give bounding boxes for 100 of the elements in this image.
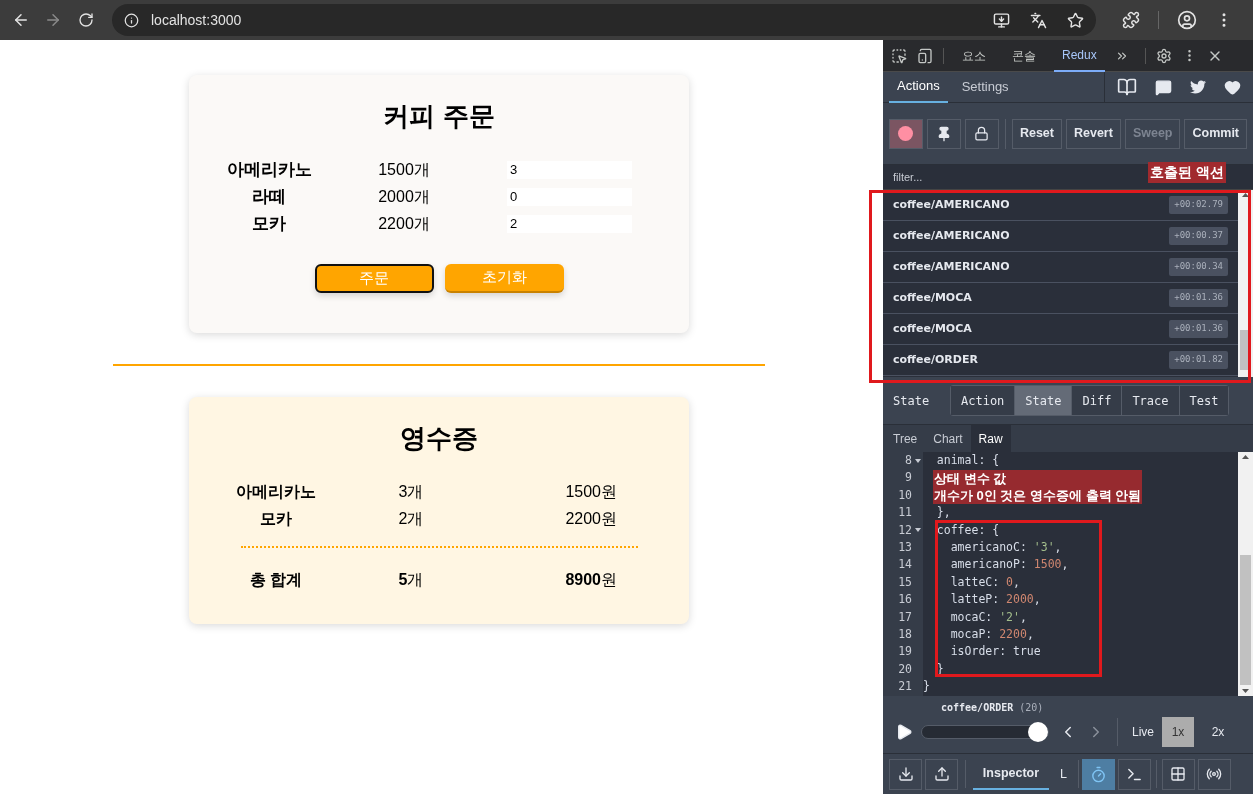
code-line: animal: {: [935, 452, 1000, 470]
translate-icon[interactable]: [1030, 11, 1047, 29]
chat-icon[interactable]: [1155, 78, 1172, 96]
panel-tab[interactable]: 요소: [954, 39, 994, 72]
quantity-input[interactable]: 0: [507, 187, 632, 206]
receipt-item-price: 2200원: [564, 508, 617, 529]
monitor-tab[interactable]: Diff: [1071, 386, 1122, 415]
annotation-label: 호출된 액션: [1148, 162, 1226, 183]
quantity-input[interactable]: 3: [507, 160, 632, 179]
monitor-tab[interactable]: Test: [1178, 386, 1229, 415]
action-count: (20): [1019, 701, 1044, 715]
subpanel-tab[interactable]: Settings: [953, 71, 1017, 103]
panel-tab[interactable]: 콘솔: [1004, 39, 1044, 72]
scroll-up-icon[interactable]: [1242, 193, 1249, 197]
action-row[interactable]: coffee/AMERICANO +00:02.79: [883, 190, 1238, 221]
grid-button[interactable]: [1161, 758, 1195, 790]
bird-icon[interactable]: [1190, 79, 1206, 95]
terminal-button[interactable]: [1117, 758, 1151, 790]
receipt-item-name: 아메리카노: [235, 481, 317, 502]
pin-button[interactable]: [926, 118, 961, 149]
coffee-price: 2000개: [377, 186, 431, 207]
action-time: +00:01.82: [1169, 351, 1228, 369]
lock-icon: [974, 126, 990, 141]
action-time: +00:01.36: [1169, 289, 1228, 307]
speed-button[interactable]: 1x: [1162, 717, 1194, 747]
action-type: coffee/ORDER: [893, 351, 978, 368]
receipt-item-price: 1500원: [564, 481, 617, 502]
scrollbar-thumb[interactable]: [1240, 555, 1251, 685]
action-row[interactable]: coffee/AMERICANO +00:00.34: [883, 252, 1238, 283]
line-number: 20: [898, 660, 912, 678]
code-line: },: [935, 504, 951, 522]
action-row[interactable]: coffee/MOCA +00:01.36: [883, 283, 1238, 314]
line-number: 12: [898, 521, 912, 539]
import-button[interactable]: [889, 758, 922, 790]
export-button[interactable]: [925, 758, 958, 790]
reload-icon[interactable]: [78, 12, 94, 28]
view-tab[interactable]: Tree: [885, 425, 926, 452]
settings-icon[interactable]: [1155, 47, 1172, 64]
monitor-tab[interactable]: State: [1014, 386, 1072, 415]
toolbar-button[interactable]: Commit: [1184, 118, 1247, 149]
scroll-up-icon[interactable]: [1242, 455, 1249, 459]
download-icon: [897, 766, 914, 782]
speed-button[interactable]: 2x: [1202, 717, 1234, 747]
profile-icon[interactable]: [1177, 10, 1197, 30]
book-icon[interactable]: [1117, 77, 1137, 97]
view-tab[interactable]: Raw: [970, 425, 1011, 452]
forward-icon[interactable]: [44, 11, 62, 29]
action-row[interactable]: coffee/AMERICANO +00:00.37: [883, 221, 1238, 252]
current-action-label: coffee/ORDER: [941, 701, 1014, 715]
filter-field[interactable]: filter...: [883, 165, 1133, 189]
line-number: 9: [905, 469, 912, 487]
action-time: +00:01.36: [1169, 320, 1228, 338]
monitor-select-tab[interactable]: L: [1052, 758, 1075, 790]
view-tab[interactable]: Chart: [925, 425, 971, 452]
heart-icon[interactable]: [1224, 78, 1241, 96]
action-row[interactable]: coffee/MOCA +00:01.36: [883, 314, 1238, 345]
monitor-label: State: [893, 392, 931, 410]
monitor-select-tab[interactable]: Inspector: [973, 758, 1049, 790]
remote-button[interactable]: [1197, 758, 1231, 790]
fold-arrow-icon[interactable]: [915, 528, 921, 533]
device-icon[interactable]: [917, 47, 933, 64]
live-button[interactable]: Live: [1132, 723, 1154, 741]
address-bar[interactable]: localhost:3000: [112, 4, 1096, 36]
code-line: latteC: 0,: [949, 573, 1020, 591]
action-type: coffee/AMERICANO: [893, 227, 1010, 244]
action-time: +00:00.37: [1169, 227, 1228, 245]
line-number: 17: [898, 608, 912, 626]
line-number: 11: [898, 504, 912, 522]
quantity-input[interactable]: 2: [507, 214, 632, 233]
timeline-slider[interactable]: [921, 725, 1049, 739]
play-icon[interactable]: [895, 723, 913, 741]
coffee-name: 라떼: [251, 185, 287, 208]
line-number: 8: [905, 452, 912, 470]
coffee-price: 1500개: [377, 159, 431, 180]
monitor-tab[interactable]: Trace: [1121, 386, 1179, 415]
broadcast-icon: [1206, 766, 1223, 782]
record-button[interactable]: [889, 118, 923, 149]
code-line: latteP: 2000,: [949, 591, 1041, 609]
slider-thumb[interactable]: [1028, 722, 1048, 742]
install-icon[interactable]: [993, 11, 1010, 29]
fold-arrow-icon[interactable]: [915, 458, 921, 463]
inspect-icon[interactable]: [891, 47, 907, 64]
extensions-icon[interactable]: [1122, 11, 1140, 29]
code-line: americanoP: 1500,: [949, 556, 1069, 574]
scrollbar-thumb[interactable]: [1240, 330, 1251, 370]
scroll-down-icon[interactable]: [1242, 689, 1249, 693]
total-count: 5개: [397, 570, 425, 590]
lock-button[interactable]: [964, 118, 999, 149]
coffee-name: 아메리카노: [225, 158, 313, 181]
toolbar-button[interactable]: Reset: [1011, 118, 1062, 149]
action-time: +00:02.79: [1169, 196, 1228, 214]
upload-icon: [933, 766, 950, 782]
monitor-tab[interactable]: Action: [951, 386, 1015, 415]
toolbar-button[interactable]: Revert: [1065, 118, 1121, 149]
scrollbar[interactable]: [1238, 452, 1253, 696]
timer-button[interactable]: [1081, 758, 1115, 790]
line-number: 18: [898, 625, 912, 643]
bookmark-icon[interactable]: [1067, 11, 1084, 29]
action-row[interactable]: coffee/ORDER +00:01.82: [883, 345, 1238, 376]
back-icon[interactable]: [12, 11, 30, 29]
